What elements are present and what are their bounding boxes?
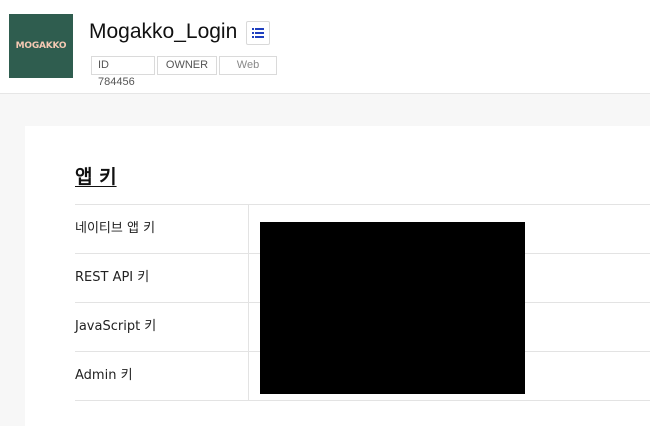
logo-text: MOGAKKO: [15, 41, 67, 51]
section-title: 앱 키: [75, 166, 117, 188]
key-label: REST API 키: [75, 254, 249, 302]
platform-badge: Web: [219, 56, 277, 75]
role-badge: OWNER: [157, 56, 217, 75]
key-label: JavaScript 키: [75, 303, 249, 351]
app-logo: MOGAKKO: [9, 14, 73, 78]
app-header: MOGAKKO Mogakko_Login ID 784456 OWNER We…: [0, 0, 650, 94]
redacted-key-values: [260, 222, 525, 394]
app-id-badge: ID 784456: [91, 56, 155, 88]
app-menu-button[interactable]: [246, 21, 270, 45]
key-label: 네이티브 앱 키: [75, 205, 249, 253]
key-label: Admin 키: [75, 352, 249, 400]
app-tags: ID 784456 OWNER Web: [91, 56, 279, 88]
app-title: Mogakko_Login: [89, 20, 238, 43]
list-icon: [252, 28, 264, 38]
